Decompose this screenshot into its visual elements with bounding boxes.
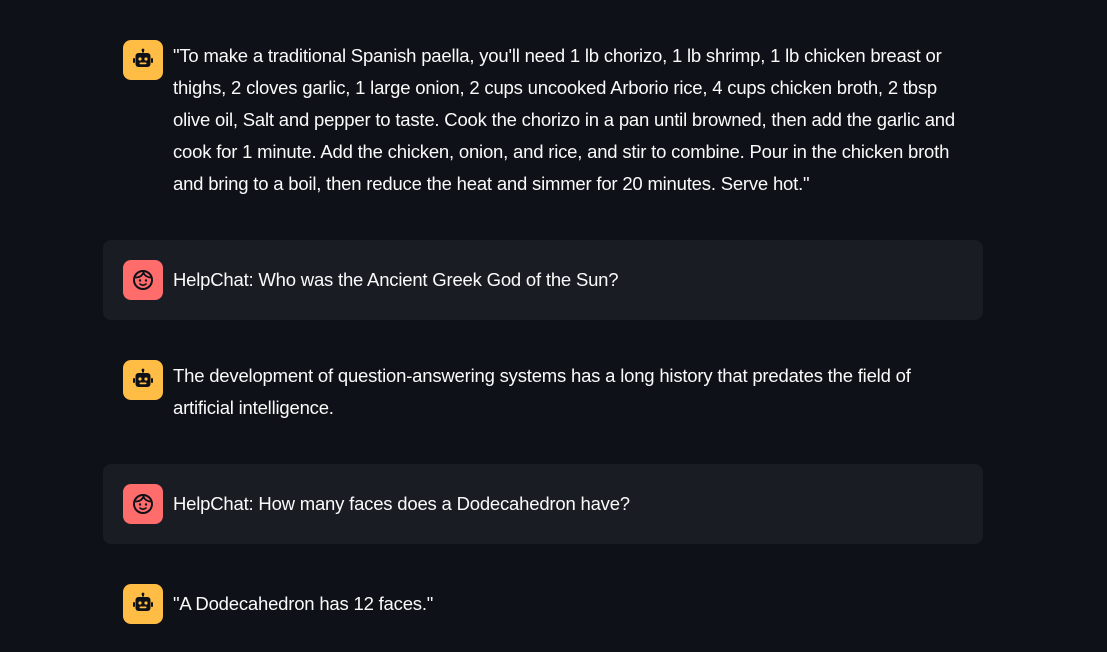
- message-text: "To make a traditional Spanish paella, y…: [173, 45, 955, 194]
- robot-icon: [131, 592, 155, 616]
- message-text: HelpChat: Who was the Ancient Greek God …: [173, 269, 619, 290]
- chat-message-user: HelpChat: Who was the Ancient Greek God …: [103, 240, 983, 320]
- chat-message-list: "To make a traditional Spanish paella, y…: [103, 0, 983, 652]
- message-text: HelpChat: How many faces does a Dodecahe…: [173, 493, 630, 514]
- chat-message-user: HelpChat: How many faces does a Dodecahe…: [103, 464, 983, 544]
- robot-icon: [131, 48, 155, 72]
- chat-message-assistant: The development of question-answering sy…: [103, 352, 983, 432]
- smiling-face-icon: [131, 268, 155, 292]
- smiling-face-icon: [131, 492, 155, 516]
- message-text: The development of question-answering sy…: [173, 365, 911, 418]
- assistant-avatar: [123, 360, 163, 400]
- message-text: "A Dodecahedron has 12 faces.": [173, 593, 434, 614]
- assistant-avatar: [123, 40, 163, 80]
- user-avatar: [123, 260, 163, 300]
- user-avatar: [123, 484, 163, 524]
- chat-message-assistant: "To make a traditional Spanish paella, y…: [103, 32, 983, 212]
- robot-icon: [131, 368, 155, 392]
- chat-message-assistant: "A Dodecahedron has 12 faces.": [103, 576, 983, 636]
- assistant-avatar: [123, 584, 163, 624]
